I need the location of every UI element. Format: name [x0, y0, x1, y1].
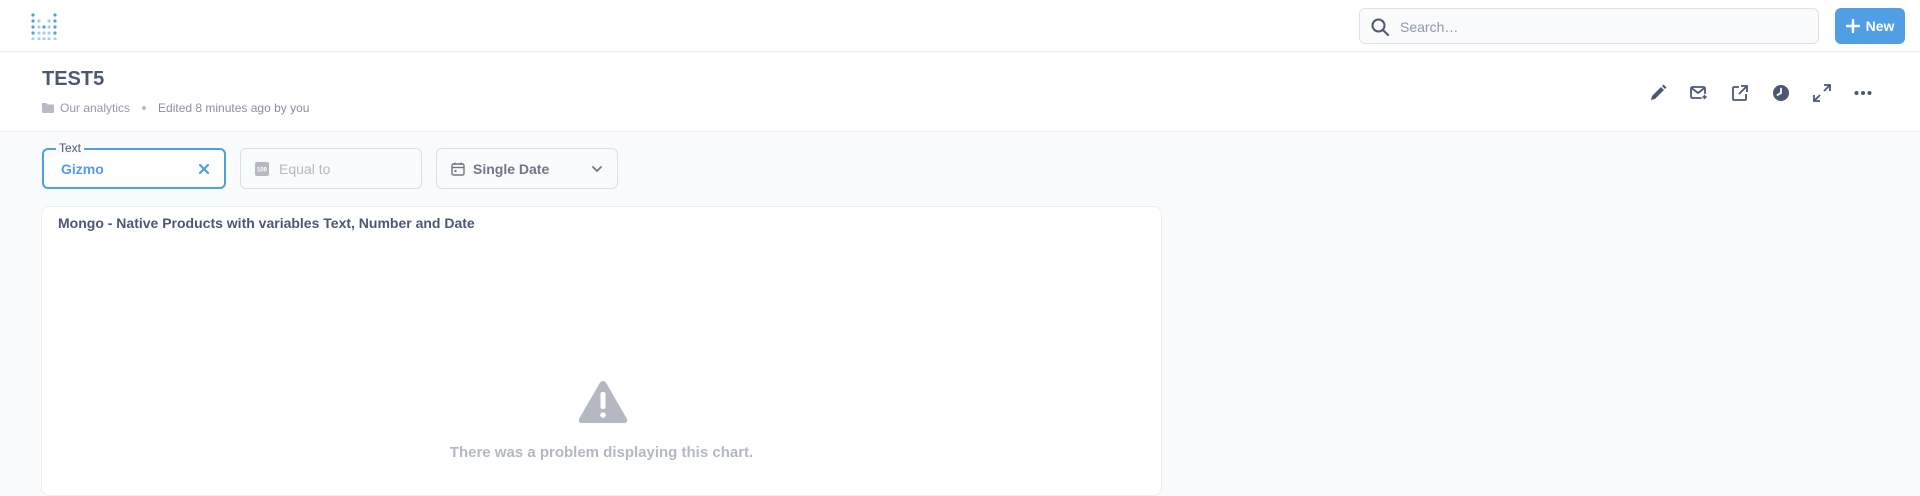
- more-button[interactable]: [1842, 81, 1883, 105]
- filter-bar: Text Gizmo 100 Equal to Single Date: [42, 141, 618, 189]
- number-filter-placeholder: Equal to: [279, 160, 331, 177]
- subscriptions-button[interactable]: [1678, 81, 1719, 105]
- dashboard-title[interactable]: TEST5: [42, 68, 104, 91]
- search-input[interactable]: Search…: [1359, 8, 1819, 44]
- text-filter[interactable]: Text Gizmo: [42, 141, 226, 189]
- date-filter-label: Single Date: [473, 160, 550, 177]
- separator-dot: [142, 106, 147, 110]
- number-filter[interactable]: 100 Equal to: [240, 148, 422, 189]
- date-filter[interactable]: Single Date: [436, 148, 618, 189]
- close-icon[interactable]: [198, 163, 210, 175]
- new-button[interactable]: New: [1835, 8, 1905, 44]
- dashboard-actions: [1637, 81, 1883, 105]
- top-navbar: Search… New: [0, 0, 1920, 52]
- folder-icon: [42, 103, 54, 113]
- last-edited-info[interactable]: Edited 8 minutes ago by you: [158, 101, 309, 115]
- text-filter-legend: Text: [56, 141, 85, 155]
- calendar-icon: [451, 162, 465, 176]
- search-icon: [1371, 18, 1389, 36]
- card-title[interactable]: Mongo - Native Products with variables T…: [58, 215, 475, 231]
- svg-text:100: 100: [257, 167, 268, 173]
- more-icon: [1854, 91, 1871, 95]
- clock-icon: [1772, 85, 1789, 101]
- search-placeholder: Search…: [1400, 19, 1459, 35]
- metabase-logo-icon[interactable]: [30, 12, 58, 41]
- history-button[interactable]: [1760, 81, 1801, 105]
- text-filter-value: Gizmo: [61, 160, 104, 177]
- share-icon: [1731, 85, 1748, 101]
- dashboard-card: Mongo - Native Products with variables T…: [41, 206, 1162, 496]
- collection-link[interactable]: Our analytics: [60, 101, 130, 115]
- chart-error-message: There was a problem displaying this char…: [449, 444, 754, 461]
- edit-button[interactable]: [1637, 81, 1678, 105]
- new-button-label: New: [1865, 18, 1895, 34]
- warning-icon: [578, 381, 628, 423]
- subscribe-icon: [1689, 86, 1708, 101]
- number-icon: 100: [255, 161, 269, 176]
- fullscreen-icon: [1812, 84, 1831, 102]
- pencil-icon: [1650, 84, 1666, 100]
- dashboard-header: TEST5 Our analytics Edited 8 minutes ago…: [0, 53, 1920, 132]
- dashboard-meta: Our analytics Edited 8 minutes ago by yo…: [42, 101, 309, 115]
- sharing-button[interactable]: [1719, 81, 1760, 105]
- plus-icon: [1845, 19, 1860, 33]
- chevron-down-icon: [592, 166, 602, 173]
- fullscreen-button[interactable]: [1801, 81, 1842, 105]
